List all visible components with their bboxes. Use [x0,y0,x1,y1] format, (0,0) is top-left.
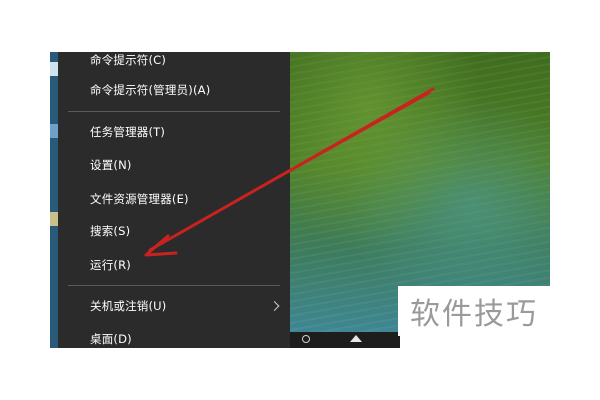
annotation-arrow-icon [144,87,435,257]
